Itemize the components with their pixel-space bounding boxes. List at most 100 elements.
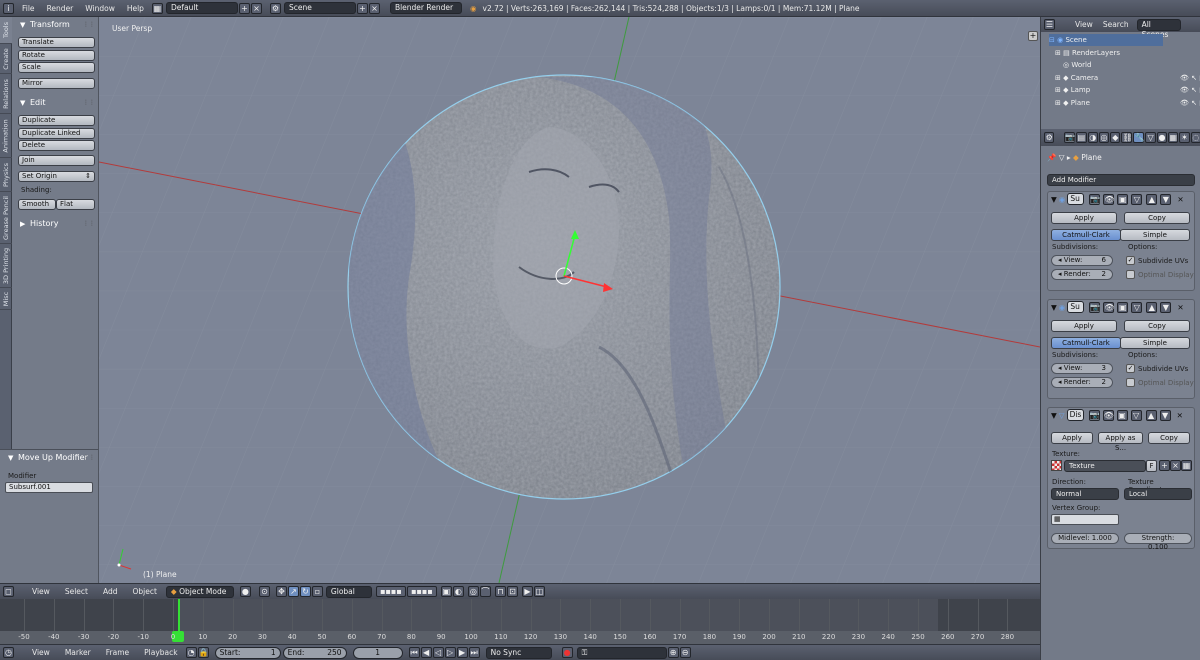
- viewport-toggle-icon[interactable]: 👁: [1103, 193, 1114, 205]
- manipulator-toggle-icon[interactable]: ✥: [275, 586, 287, 597]
- apply-button[interactable]: Apply: [1051, 320, 1117, 332]
- texture-tab-icon[interactable]: ▦: [1168, 132, 1179, 143]
- jump-keyframe-back-icon[interactable]: ◀: [420, 647, 432, 658]
- move-up-icon[interactable]: ▲: [1145, 409, 1157, 421]
- jump-start-icon[interactable]: ⏮: [408, 647, 420, 658]
- move-up-icon[interactable]: ▲: [1146, 193, 1158, 205]
- duplicate-linked-button[interactable]: Duplicate Linked: [18, 128, 95, 139]
- viewport-toggle-icon[interactable]: 👁: [1103, 301, 1114, 313]
- menu-help[interactable]: Help: [127, 4, 144, 13]
- snap-target-icon[interactable]: ⊡: [506, 586, 518, 597]
- move-down-icon[interactable]: ▼: [1160, 301, 1172, 313]
- browse-texture-icon[interactable]: ▦: [1181, 460, 1192, 471]
- auto-keyframe-icon[interactable]: ●: [561, 647, 573, 658]
- end-frame-field[interactable]: End: 250: [282, 646, 347, 659]
- viewport-expand-icon[interactable]: +: [1028, 31, 1038, 41]
- editor-type-icon[interactable]: ☰: [1044, 19, 1055, 30]
- data-tab-icon[interactable]: ▽: [1145, 132, 1156, 143]
- optimal-display-checkbox[interactable]: [1126, 270, 1135, 279]
- menu-file[interactable]: File: [22, 4, 35, 13]
- menu-add[interactable]: Add: [103, 587, 118, 596]
- physics-tab-icon[interactable]: ◌: [1190, 132, 1200, 143]
- editor-type-icon[interactable]: i: [3, 2, 14, 14]
- outliner-item-scene[interactable]: ⊟ ◉ Scene: [1049, 34, 1163, 46]
- snap-icon[interactable]: ⊓: [494, 586, 506, 597]
- orientation-select[interactable]: Global: [325, 585, 372, 598]
- play-reverse-icon[interactable]: ◁: [432, 647, 444, 658]
- texture-coordinates-select[interactable]: Local: [1124, 488, 1192, 500]
- rotate-manipulator-icon[interactable]: ↻: [299, 586, 311, 597]
- texture-preview-icon[interactable]: [1051, 460, 1062, 471]
- outliner-item-world[interactable]: ◎ World: [1063, 59, 1200, 71]
- menu-playback[interactable]: Playback: [144, 648, 177, 657]
- add-layout-icon[interactable]: +: [238, 2, 250, 14]
- current-frame-marker[interactable]: [178, 599, 180, 633]
- edit-panel-header[interactable]: ▼ Edit ⋮⋮: [12, 96, 99, 110]
- strength-field[interactable]: Strength: 0.100: [1124, 533, 1192, 551]
- apply-button[interactable]: Apply: [1051, 432, 1093, 444]
- rotate-button[interactable]: Rotate: [18, 50, 95, 61]
- tab-create[interactable]: Create: [0, 44, 12, 74]
- catmull-clark-option[interactable]: Catmull-Clark: [1051, 229, 1121, 241]
- screen-layout-field[interactable]: Default: [165, 2, 238, 14]
- current-frame-field[interactable]: 1: [352, 646, 403, 659]
- world-tab-icon[interactable]: ◎: [1098, 132, 1110, 143]
- translate-manipulator-icon[interactable]: ↗: [287, 586, 299, 597]
- scene-field[interactable]: Scene: [283, 2, 356, 14]
- tab-tools[interactable]: Tools: [0, 17, 12, 44]
- editmode-toggle-icon[interactable]: ▣: [1117, 193, 1129, 205]
- remove-modifier-icon[interactable]: ✕: [1177, 195, 1183, 204]
- transform-panel-header[interactable]: ▼ Transform ⋮⋮: [12, 18, 99, 32]
- operator-panel-header[interactable]: ▼ Move Up Modifier ⋮⋮: [0, 451, 99, 465]
- render-toggle-icon[interactable]: 📷: [1088, 409, 1100, 421]
- tab-relations[interactable]: Relations: [0, 74, 12, 114]
- collapse-triangle-icon[interactable]: ▼: [1051, 303, 1057, 312]
- tab-grease-pencil[interactable]: Grease Pencil: [0, 192, 12, 244]
- mirror-button[interactable]: Mirror: [18, 78, 95, 89]
- simple-option[interactable]: Simple: [1120, 337, 1190, 349]
- keying-set-field[interactable]: ⚿: [576, 646, 667, 659]
- jump-keyframe-forward-icon[interactable]: ▶: [456, 647, 468, 658]
- render-levels-field[interactable]: ◂ Render: 2: [1051, 269, 1113, 280]
- constraints-tab-icon[interactable]: ⛓: [1121, 132, 1133, 143]
- modifier-name-input[interactable]: Dis: [1066, 409, 1084, 421]
- collapse-triangle-icon[interactable]: ▼: [1051, 195, 1057, 204]
- viewport-toggle-icon[interactable]: 👁: [1102, 409, 1114, 421]
- use-preview-range-icon[interactable]: ◔: [185, 647, 197, 658]
- remove-scene-icon[interactable]: ×: [368, 2, 380, 14]
- menu-search[interactable]: Search: [1103, 20, 1129, 29]
- insert-keyframe-icon[interactable]: ⊕: [667, 647, 679, 658]
- editor-type-icon[interactable]: ◷: [3, 647, 14, 658]
- menu-frame[interactable]: Frame: [106, 648, 129, 657]
- menu-render[interactable]: Render: [47, 4, 74, 13]
- set-origin-button[interactable]: Set Origin ⇕: [18, 171, 95, 182]
- vertex-group-input[interactable]: ▦: [1051, 514, 1119, 525]
- timeline-area[interactable]: -50 -40 -30 -20 -10 0 10 20 30 40 50 60 70 80 90 100 110…: [0, 599, 1040, 644]
- direction-select[interactable]: Normal: [1051, 488, 1119, 500]
- modifiers-tab-icon[interactable]: 🔧: [1133, 132, 1145, 143]
- pivot-point-icon[interactable]: ⊙: [258, 586, 270, 597]
- shading-mode-icon[interactable]: ●: [239, 586, 251, 597]
- texture-field[interactable]: Texture: [1064, 460, 1146, 472]
- render-tab-icon[interactable]: 📷: [1064, 132, 1076, 143]
- layers-grid-2[interactable]: ▪▪▪▪: [406, 586, 437, 597]
- view-levels-field[interactable]: ◂ View: 6: [1051, 255, 1113, 266]
- jump-end-icon[interactable]: ⏭: [468, 647, 480, 658]
- particles-tab-icon[interactable]: ✶: [1179, 132, 1190, 143]
- relief-plane-object[interactable]: [347, 74, 781, 500]
- lock-layers-icon[interactable]: ▣: [440, 586, 452, 597]
- unlink-texture-icon[interactable]: ×: [1170, 460, 1181, 471]
- cage-toggle-icon[interactable]: ▽: [1130, 409, 1142, 421]
- render-toggle-icon[interactable]: 📷: [1089, 193, 1101, 205]
- render-levels-field[interactable]: ◂ Render: 2: [1051, 377, 1113, 388]
- layers-grid[interactable]: ▪▪▪▪: [375, 586, 406, 597]
- modifier-name-input[interactable]: Su: [1067, 301, 1085, 313]
- add-scene-icon[interactable]: +: [356, 2, 368, 14]
- outliner-item-plane[interactable]: ⊞ ◆ Plane 👁 ↖ ▣: [1055, 97, 1200, 109]
- optimal-display-checkbox[interactable]: [1126, 378, 1135, 387]
- falloff-icon[interactable]: ⌒: [479, 586, 491, 597]
- duplicate-button[interactable]: Duplicate: [18, 115, 95, 126]
- menu-marker[interactable]: Marker: [65, 648, 91, 657]
- catmull-clark-option[interactable]: Catmull-Clark: [1051, 337, 1121, 349]
- modifier-name-input[interactable]: Subsurf.001: [5, 482, 93, 493]
